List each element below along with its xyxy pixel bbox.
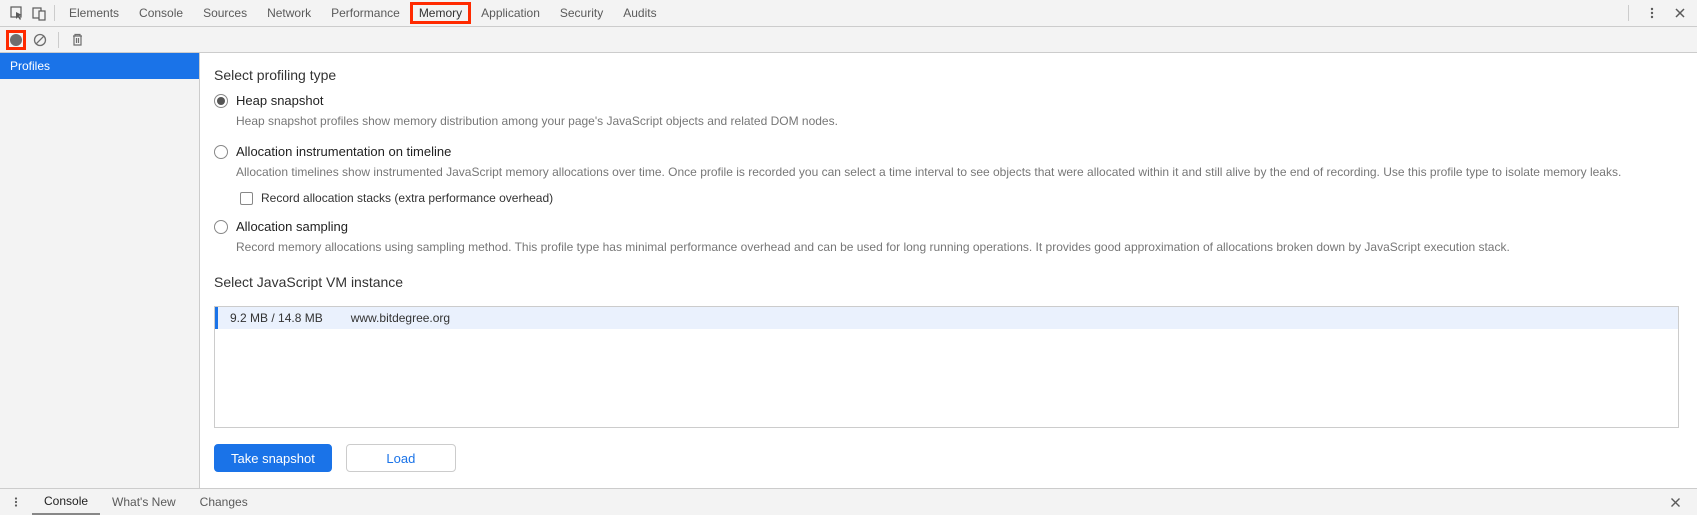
vm-size: 9.2 MB / 14.8 MB — [230, 311, 323, 325]
vm-instance-heading: Select JavaScript VM instance — [214, 274, 1679, 290]
record-button-highlight — [6, 30, 26, 50]
memory-toolbar — [0, 27, 1697, 53]
drawer-tab-whats-new[interactable]: What's New — [100, 489, 188, 515]
action-buttons: Take snapshot Load — [214, 444, 1679, 472]
vm-instance-list: 9.2 MB / 14.8 MB www.bitdegree.org — [214, 306, 1679, 428]
radio-icon[interactable] — [214, 145, 228, 159]
panel-tabs: Elements Console Sources Network Perform… — [59, 0, 667, 26]
drawer-tab-changes[interactable]: Changes — [188, 489, 260, 515]
tab-memory-highlight: Memory — [410, 2, 471, 24]
option-description: Allocation timelines show instrumented J… — [236, 163, 1679, 181]
body-split: Profiles Select profiling type Heap snap… — [0, 53, 1697, 488]
tab-sources[interactable]: Sources — [193, 0, 257, 26]
more-icon[interactable] — [6, 492, 26, 512]
devtools-top-bar: Elements Console Sources Network Perform… — [0, 0, 1697, 27]
tab-security[interactable]: Security — [550, 0, 613, 26]
tab-application[interactable]: Application — [471, 0, 550, 26]
load-button[interactable]: Load — [346, 444, 456, 472]
drawer-tab-console[interactable]: Console — [32, 490, 100, 515]
sidebar-item-label: Profiles — [10, 59, 50, 73]
top-right-controls — [1622, 2, 1691, 24]
clear-icon[interactable] — [30, 30, 50, 50]
option-description: Record memory allocations using sampling… — [236, 238, 1679, 256]
checkbox-label: Record allocation stacks (extra performa… — [261, 191, 553, 205]
profiles-sidebar: Profiles — [0, 53, 200, 488]
checkbox-icon[interactable] — [240, 192, 253, 205]
option-row[interactable]: Allocation sampling — [214, 219, 1679, 234]
separator — [54, 5, 55, 21]
tab-audits[interactable]: Audits — [613, 0, 666, 26]
checkbox-row[interactable]: Record allocation stacks (extra performa… — [240, 191, 1679, 205]
memory-main-panel: Select profiling type Heap snapshot Heap… — [200, 53, 1697, 488]
tab-performance[interactable]: Performance — [321, 0, 410, 26]
separator — [58, 32, 59, 48]
option-description: Heap snapshot profiles show memory distr… — [236, 112, 1679, 130]
profiling-type-heading: Select profiling type — [214, 67, 1679, 83]
option-row[interactable]: Heap snapshot — [214, 93, 1679, 108]
radio-icon[interactable] — [214, 220, 228, 234]
option-label: Heap snapshot — [236, 93, 323, 108]
take-snapshot-button[interactable]: Take snapshot — [214, 444, 332, 472]
device-toggle-icon[interactable] — [28, 2, 50, 24]
option-label: Allocation sampling — [236, 219, 348, 234]
option-allocation-sampling: Allocation sampling Record memory alloca… — [214, 219, 1679, 256]
tab-network[interactable]: Network — [257, 0, 321, 26]
close-icon[interactable] — [1669, 2, 1691, 24]
close-icon[interactable] — [1665, 492, 1685, 512]
sidebar-item-profiles[interactable]: Profiles — [0, 53, 199, 79]
inspect-element-icon[interactable] — [6, 2, 28, 24]
option-allocation-timeline: Allocation instrumentation on timeline A… — [214, 144, 1679, 205]
option-label: Allocation instrumentation on timeline — [236, 144, 451, 159]
option-row[interactable]: Allocation instrumentation on timeline — [214, 144, 1679, 159]
radio-icon[interactable] — [214, 94, 228, 108]
vm-url: www.bitdegree.org — [351, 311, 450, 325]
record-icon[interactable] — [10, 34, 22, 46]
option-heap-snapshot: Heap snapshot Heap snapshot profiles sho… — [214, 93, 1679, 130]
more-icon[interactable] — [1641, 2, 1663, 24]
drawer-bar: Console What's New Changes — [0, 488, 1697, 515]
trash-icon[interactable] — [67, 30, 87, 50]
tab-memory[interactable]: Memory — [419, 5, 462, 21]
tab-console[interactable]: Console — [129, 0, 193, 26]
separator — [1628, 5, 1629, 21]
tab-elements[interactable]: Elements — [59, 0, 129, 26]
vm-instance-row[interactable]: 9.2 MB / 14.8 MB www.bitdegree.org — [215, 307, 1678, 329]
